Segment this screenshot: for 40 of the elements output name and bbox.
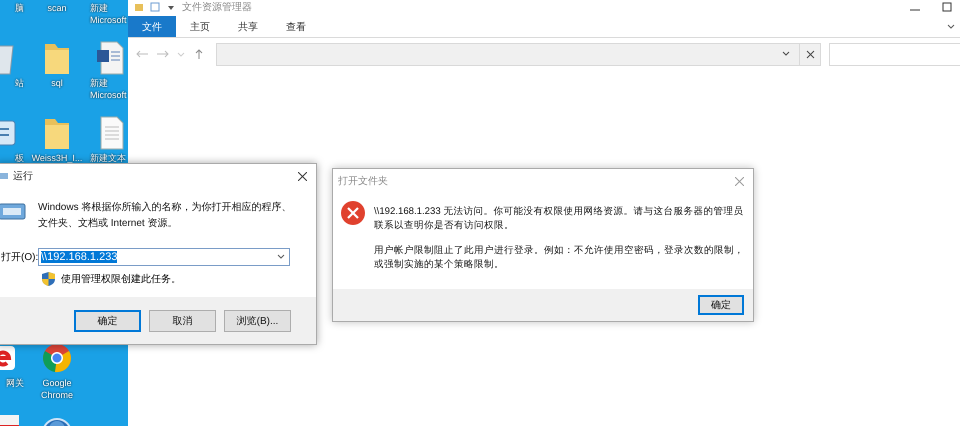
ribbon-tab[interactable]: 主页 bbox=[176, 16, 224, 37]
ribbon-tab[interactable]: 共享 bbox=[224, 16, 272, 37]
desktop-icon-label[interactable]: 新建 Microsoft bbox=[90, 77, 132, 101]
dialog-button[interactable]: 取消 bbox=[149, 310, 216, 332]
dialog-title: 运行 bbox=[13, 170, 33, 183]
checkbox-icon[interactable] bbox=[150, 2, 160, 12]
desktop-icon-label[interactable]: Weiss3H_I... bbox=[32, 152, 82, 164]
admin-note: 使用管理权限创建此任务。 bbox=[61, 272, 181, 286]
error-message: 用户帐户限制阻止了此用户进行登录。例如：不允许使用空密码，登录次数的限制，或强制实施的某个策略限制。 bbox=[374, 244, 745, 272]
close-icon bbox=[806, 50, 814, 58]
shield-icon bbox=[42, 272, 55, 286]
ribbon-tab[interactable]: 查看 bbox=[272, 16, 320, 37]
desktop-icon-label[interactable]: 站 bbox=[15, 77, 24, 89]
chevron-down-icon[interactable] bbox=[946, 22, 956, 32]
run-icon bbox=[0, 171, 9, 181]
dialog-title: 打开文件夹 bbox=[338, 174, 388, 188]
dialog-button[interactable]: 浏览(B)... bbox=[224, 310, 291, 332]
clear-button[interactable] bbox=[799, 42, 821, 66]
back-arrow-icon[interactable] bbox=[135, 49, 149, 59]
error-icon bbox=[341, 201, 365, 225]
desktop-icon-label[interactable]: scan bbox=[47, 2, 66, 14]
desktop-icon-label[interactable]: 板 bbox=[15, 152, 24, 164]
ribbon-tab[interactable]: 文件 bbox=[128, 16, 176, 37]
desktop-icon-label[interactable]: 脑 bbox=[15, 2, 24, 14]
search-field[interactable] bbox=[829, 42, 960, 66]
error-message: \\192.168.1.233 无法访问。你可能没有权限使用网络资源。请与这台服务器的管理员联系以查明你是否有访问权限。 bbox=[374, 205, 744, 233]
dialog-button[interactable]: 确定 bbox=[74, 310, 141, 332]
open-combo-box[interactable]: \\192.168.1.233 bbox=[38, 248, 290, 266]
ok-button[interactable]: 确定 bbox=[698, 295, 744, 315]
desktop-icon-label[interactable]: sql bbox=[51, 77, 63, 89]
window-title: 文件资源管理器 bbox=[182, 0, 252, 14]
forward-arrow-icon[interactable] bbox=[156, 49, 170, 59]
desktop-icon-label[interactable]: 网关 bbox=[6, 377, 24, 389]
desktop-icon-label[interactable]: Google Chrome bbox=[30, 377, 84, 401]
desktop-icon-label[interactable]: 新建文本 bbox=[90, 152, 126, 164]
chevron-down-icon[interactable] bbox=[277, 253, 285, 261]
open-label: 打开(O): bbox=[1, 250, 38, 264]
instruction-text: Windows 将根据你所输入的名称，为你打开相应的程序、文件夹、文档或 Internet 资源。 bbox=[38, 200, 292, 231]
maximize-icon[interactable] bbox=[942, 2, 952, 12]
close-icon[interactable] bbox=[298, 172, 307, 180]
